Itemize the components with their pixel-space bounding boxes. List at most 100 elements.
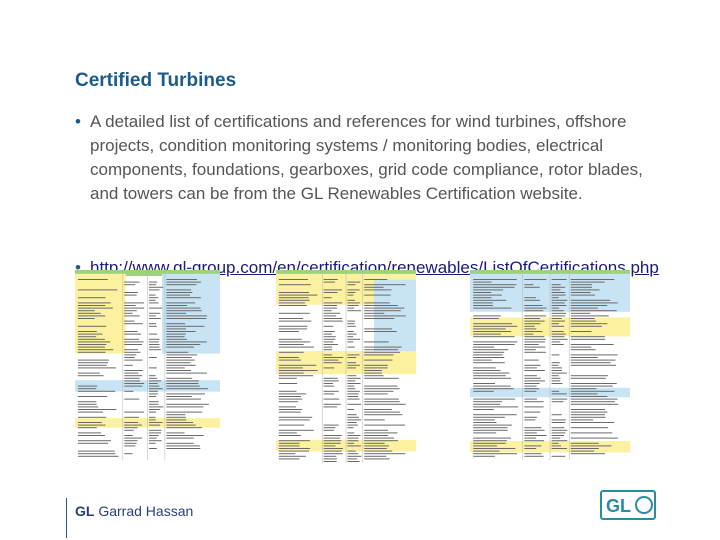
certification-table-thumbnail-1 [75, 270, 220, 460]
table-cell-text [570, 315, 609, 317]
table-cell-text [347, 383, 361, 384]
table-cell-text [524, 440, 545, 442]
table-cell-text [148, 333, 158, 335]
table-cell-text [323, 341, 334, 343]
table-cell-text [570, 393, 598, 395]
table-cell-text [124, 422, 139, 423]
table-cell-text [323, 437, 341, 439]
table-cell-text [473, 292, 492, 293]
table-cell-text [77, 331, 97, 332]
table-cell-text [473, 414, 517, 416]
table-cell-text [166, 442, 194, 444]
table-cell-text [551, 294, 566, 296]
table-cell-text [364, 375, 384, 377]
table-cell-text [77, 450, 115, 452]
table-cell-text [524, 419, 536, 421]
table-cell-text [124, 281, 140, 283]
table-cell-text [124, 445, 136, 447]
table-cell-text [166, 377, 193, 379]
table-cell-text [278, 406, 296, 408]
table-cell-text [473, 286, 515, 288]
table-cell-text [570, 359, 616, 361]
table-cell-text [570, 390, 615, 392]
table-cell-text [551, 305, 567, 306]
table-cell-text [323, 292, 338, 293]
table-cell-text [124, 372, 139, 374]
table-cell-text [77, 411, 104, 413]
table-cell-text [473, 354, 503, 356]
table-cell-text [166, 416, 186, 418]
table-cell-text [148, 442, 156, 444]
table-cell-text [124, 307, 145, 309]
table-cell-text [551, 380, 561, 382]
table-cell-text [347, 320, 356, 322]
table-cell-text [570, 396, 608, 397]
table-cell-text [347, 377, 361, 379]
table-cell-text [570, 284, 592, 286]
table-cell-text [148, 437, 157, 439]
table-cell-text [347, 388, 356, 390]
table-cell-text [77, 453, 116, 455]
table-cell-text [347, 445, 362, 447]
table-cell-text [524, 385, 537, 387]
table-cell-text [570, 411, 608, 413]
table-cell-text [364, 450, 393, 452]
table-cell-text [323, 383, 334, 384]
table-cell-text [364, 390, 394, 392]
table-cell-text [148, 409, 161, 410]
table-cell-text [323, 333, 332, 335]
table-cell-text [323, 310, 332, 312]
table-cell-text [570, 346, 592, 348]
table-cell-text [166, 445, 201, 447]
table-cell-text [570, 325, 602, 327]
table-cell-text [473, 377, 512, 379]
table-cell-text [473, 349, 509, 351]
table-cell-text [278, 367, 303, 369]
table-cell-text [166, 359, 195, 361]
table-cell-text [77, 333, 103, 335]
table-cell-text [524, 351, 546, 353]
table-cell-text [570, 279, 615, 280]
table-cell-text [570, 281, 605, 283]
table-cell-text [570, 403, 619, 405]
table-cell-text [347, 409, 354, 410]
table-cell-text [551, 445, 562, 447]
table-cell-text [166, 312, 187, 314]
table-cell-text [166, 388, 208, 390]
table-cell-text [551, 312, 567, 314]
table-cell-text [278, 393, 307, 395]
table-cell-text [364, 432, 398, 434]
table-cell-text [323, 289, 342, 291]
table-cell-text [473, 281, 492, 283]
table-cell-text [148, 393, 158, 395]
table-cell-text [364, 310, 401, 312]
table-cell-text [148, 411, 156, 413]
table-cell-text [364, 359, 393, 361]
table-cell-text [166, 331, 196, 332]
table-cell-text [278, 370, 318, 371]
table-cell-text [148, 307, 163, 309]
table-cell-text [77, 409, 117, 410]
table-cell-text [364, 409, 392, 410]
table-cell-text [278, 398, 303, 400]
table-cell-text [524, 453, 542, 455]
table-cell-text [166, 419, 187, 421]
table-cell-text [166, 341, 207, 343]
table-cell-text [166, 424, 196, 426]
table-cell-text [551, 336, 565, 338]
table-cell-text [148, 422, 163, 423]
table-cell-text [551, 320, 566, 322]
table-cell-text [551, 422, 566, 423]
table-cell-text [570, 388, 597, 390]
table-cell-text [473, 362, 505, 364]
table-cell-text [473, 372, 510, 374]
table-cell-text [77, 427, 97, 429]
table-cell-text [551, 286, 566, 288]
table-cell-text [148, 385, 160, 387]
table-cell-text [124, 351, 141, 353]
table-cell-text [278, 312, 310, 314]
table-cell-text [364, 307, 405, 309]
table-cell-text [166, 338, 187, 340]
table-cell-text [473, 294, 502, 296]
table-cell-text [570, 409, 605, 410]
